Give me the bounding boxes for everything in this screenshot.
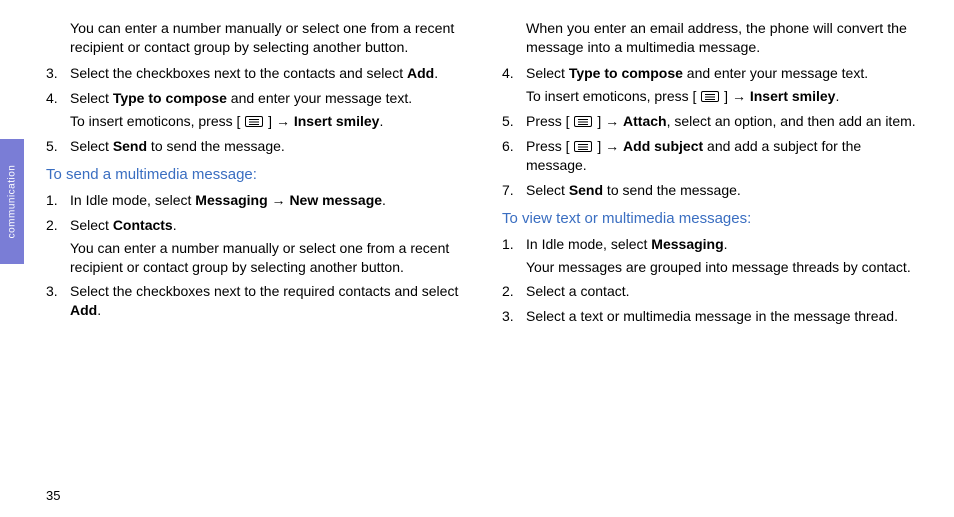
list-item: 3. Select the checkboxes next to the req…	[46, 282, 466, 320]
item-number: 5.	[502, 112, 526, 131]
list-item: 1. In Idle mode, select Messaging. Your …	[502, 235, 922, 277]
right-list-a: 4. Select Type to compose and enter your…	[502, 64, 922, 199]
item-number: 5.	[46, 137, 70, 156]
right-heading: To view text or multimedia messages:	[502, 210, 922, 227]
left-heading: To send a multimedia message:	[46, 166, 466, 183]
menu-icon	[574, 141, 592, 152]
right-list-b: 1. In Idle mode, select Messaging. Your …	[502, 235, 922, 327]
left-list-b: 1. In Idle mode, select Messaging → New …	[46, 191, 466, 320]
right-column: When you enter an email address, the pho…	[502, 20, 922, 517]
item-number: 1.	[502, 235, 526, 277]
content: You can enter a number manually or selec…	[24, 0, 954, 517]
list-item: 6. Press [ ] → Add subject and add a sub…	[502, 137, 922, 175]
thumb-gutter: communication	[0, 0, 24, 517]
list-item: 7. Select Send to send the message.	[502, 181, 922, 200]
list-item: 3. Select the checkboxes next to the con…	[46, 64, 466, 83]
item-number: 1.	[46, 191, 70, 210]
item-body: Select Type to compose and enter your me…	[526, 64, 922, 106]
thumb-label-text: communication	[7, 165, 18, 239]
thumb-label: communication	[0, 139, 24, 264]
item-subline: To insert emoticons, press [ ] → Insert …	[70, 112, 466, 131]
item-subline: To insert emoticons, press [ ] → Insert …	[526, 87, 922, 106]
item-body: Select the checkboxes next to the contac…	[70, 64, 466, 83]
item-number: 4.	[46, 89, 70, 131]
list-item: 4. Select Type to compose and enter your…	[502, 64, 922, 106]
item-subline: Your messages are grouped into message t…	[526, 258, 922, 277]
list-item: 3. Select a text or multimedia message i…	[502, 307, 922, 326]
item-number: 3.	[502, 307, 526, 326]
item-body: Press [ ] → Attach, select an option, an…	[526, 112, 922, 131]
item-body: Select Send to send the message.	[70, 137, 466, 156]
item-body: Select a contact.	[526, 282, 922, 301]
item-number: 2.	[502, 282, 526, 301]
left-intro: You can enter a number manually or selec…	[70, 20, 466, 58]
arrow-icon: →	[272, 192, 286, 208]
left-list-a: 3. Select the checkboxes next to the con…	[46, 64, 466, 156]
page-number: 35	[46, 488, 60, 503]
arrow-icon: →	[605, 113, 619, 129]
item-number: 4.	[502, 64, 526, 106]
list-item: 5. Press [ ] → Attach, select an option,…	[502, 112, 922, 131]
page: communication You can enter a number man…	[0, 0, 954, 517]
list-item: 5. Select Send to send the message.	[46, 137, 466, 156]
item-body: Select Send to send the message.	[526, 181, 922, 200]
item-body: Select a text or multimedia message in t…	[526, 307, 922, 326]
item-number: 3.	[46, 64, 70, 83]
item-body: In Idle mode, select Messaging → New mes…	[70, 191, 466, 210]
item-body: Select Type to compose and enter your me…	[70, 89, 466, 131]
item-subline: You can enter a number manually or selec…	[70, 239, 466, 277]
item-body: Select Contacts. You can enter a number …	[70, 216, 466, 277]
item-number: 3.	[46, 282, 70, 320]
menu-icon	[574, 116, 592, 127]
list-item: 1. In Idle mode, select Messaging → New …	[46, 191, 466, 210]
item-number: 2.	[46, 216, 70, 277]
arrow-icon: →	[276, 113, 290, 129]
item-body: Select the checkboxes next to the requir…	[70, 282, 466, 320]
item-number: 6.	[502, 137, 526, 175]
arrow-icon: →	[732, 88, 746, 104]
item-number: 7.	[502, 181, 526, 200]
right-intro: When you enter an email address, the pho…	[526, 20, 922, 58]
list-item: 2. Select Contacts. You can enter a numb…	[46, 216, 466, 277]
list-item: 4. Select Type to compose and enter your…	[46, 89, 466, 131]
item-body: Press [ ] → Add subject and add a subjec…	[526, 137, 922, 175]
left-column: You can enter a number manually or selec…	[46, 20, 466, 517]
item-body: In Idle mode, select Messaging. Your mes…	[526, 235, 922, 277]
arrow-icon: →	[605, 138, 619, 154]
menu-icon	[701, 91, 719, 102]
list-item: 2. Select a contact.	[502, 282, 922, 301]
menu-icon	[245, 116, 263, 127]
